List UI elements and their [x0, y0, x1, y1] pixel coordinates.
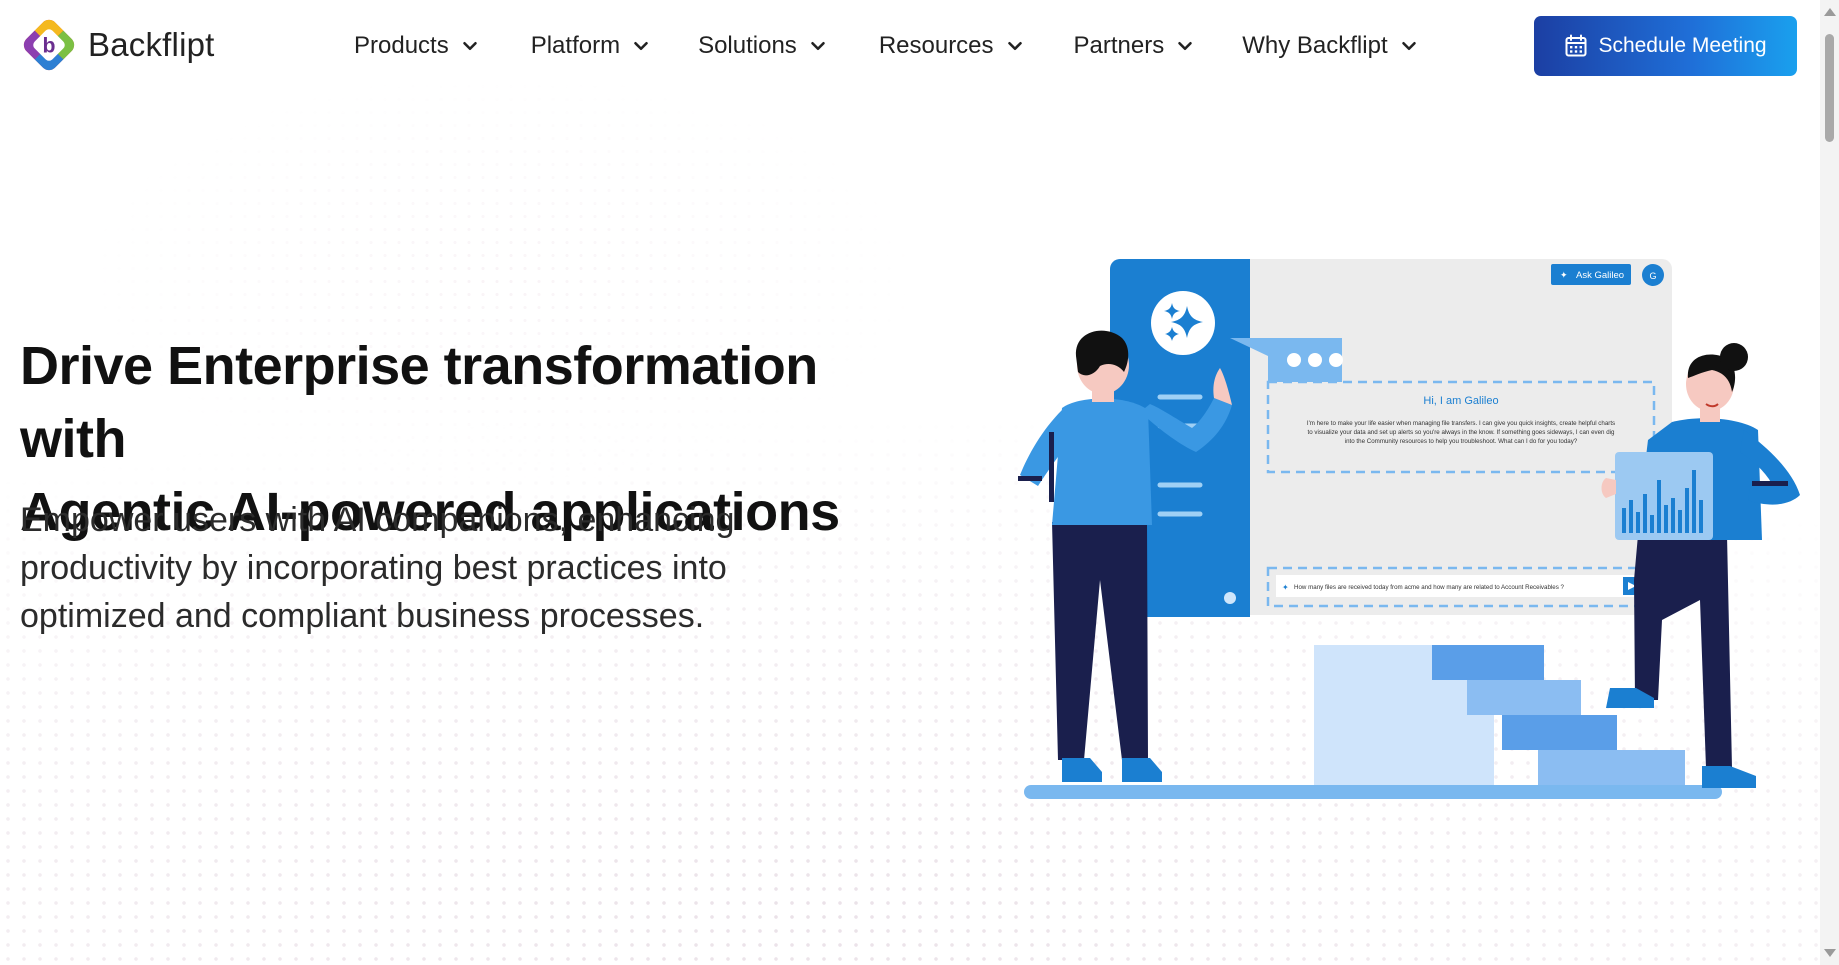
- svg-text:b: b: [43, 34, 56, 58]
- vertical-scrollbar[interactable]: [1820, 0, 1839, 965]
- stair-step: [1502, 715, 1617, 750]
- nav-partners[interactable]: Partners: [1074, 26, 1197, 66]
- scroll-up-arrow-icon[interactable]: [1824, 8, 1836, 16]
- chat-message-line-1: I'm here to make your life easier when m…: [1307, 420, 1615, 427]
- calendar-icon: [1565, 34, 1587, 57]
- scroll-down-arrow-icon[interactable]: [1824, 949, 1836, 957]
- site-header: b Backflipt Products Platform Solutions …: [0, 0, 1820, 92]
- svg-text:✦: ✦: [1282, 583, 1289, 592]
- hero-subtitle-line-3: optimized and compliant business process…: [20, 597, 705, 635]
- nav-resources[interactable]: Resources: [879, 26, 1026, 66]
- nav-why-backflipt[interactable]: Why Backflipt: [1242, 26, 1419, 66]
- schedule-meeting-label: Schedule Meeting: [1598, 34, 1767, 57]
- chevron-down-icon: [1401, 41, 1416, 51]
- nav-platform-label: Platform: [530, 32, 621, 59]
- hero-illustration: ✦ Ask Galileo G Hi, I am Galileo I'm her…: [1018, 259, 1800, 799]
- nav-solutions-label: Solutions: [698, 32, 797, 59]
- floor: [1024, 785, 1722, 799]
- nav-products[interactable]: Products: [354, 26, 481, 66]
- ask-galileo-label: Ask Galileo: [1576, 270, 1624, 281]
- hero-subtitle: Empower users with AI companions, enhanc…: [20, 496, 820, 640]
- chevron-down-icon: [811, 41, 825, 51]
- backflipt-logo-icon: b: [23, 19, 75, 71]
- chat-message-line-3: into the Community resources to help you…: [1345, 438, 1578, 445]
- avatar-initial: G: [1649, 271, 1656, 281]
- stair-step: [1538, 750, 1685, 785]
- brand-name: Backflipt: [88, 26, 215, 63]
- hero-subtitle-line-1: Empower users with AI companions, enhanc…: [20, 501, 735, 539]
- main-nav: Products Platform Solutions Resources Pa…: [354, 26, 1420, 66]
- stair-step: [1467, 680, 1581, 715]
- scrollbar-thumb[interactable]: [1825, 34, 1834, 142]
- chevron-down-icon: [634, 41, 648, 51]
- nav-solutions[interactable]: Solutions: [698, 26, 829, 66]
- nav-platform[interactable]: Platform: [531, 26, 652, 66]
- chat-greeting: Hi, I am Galileo: [1423, 395, 1498, 407]
- chat-query-text: How many files are received today from a…: [1294, 584, 1565, 591]
- nav-products-label: Products: [354, 32, 449, 59]
- nav-why-backflipt-label: Why Backflipt: [1242, 32, 1388, 59]
- brand-logo[interactable]: b Backflipt: [20, 16, 215, 74]
- chevron-down-icon: [462, 41, 477, 51]
- hero-subtitle-line-2: productivity by incorporating best pract…: [20, 549, 727, 587]
- sidebar-dot: [1224, 592, 1236, 604]
- schedule-meeting-button[interactable]: Schedule Meeting: [1534, 16, 1797, 76]
- svg-text:✦: ✦: [1560, 270, 1568, 280]
- nav-partners-label: Partners: [1073, 32, 1165, 59]
- stair-step: [1432, 645, 1544, 680]
- chevron-down-icon: [1007, 41, 1022, 51]
- chevron-down-icon: [1178, 41, 1193, 51]
- chat-message-line-2: to visualize your data and set up alerts…: [1308, 429, 1616, 436]
- nav-resources-label: Resources: [878, 32, 994, 59]
- hero-title-line-1: Drive Enterprise transformation with: [20, 336, 818, 469]
